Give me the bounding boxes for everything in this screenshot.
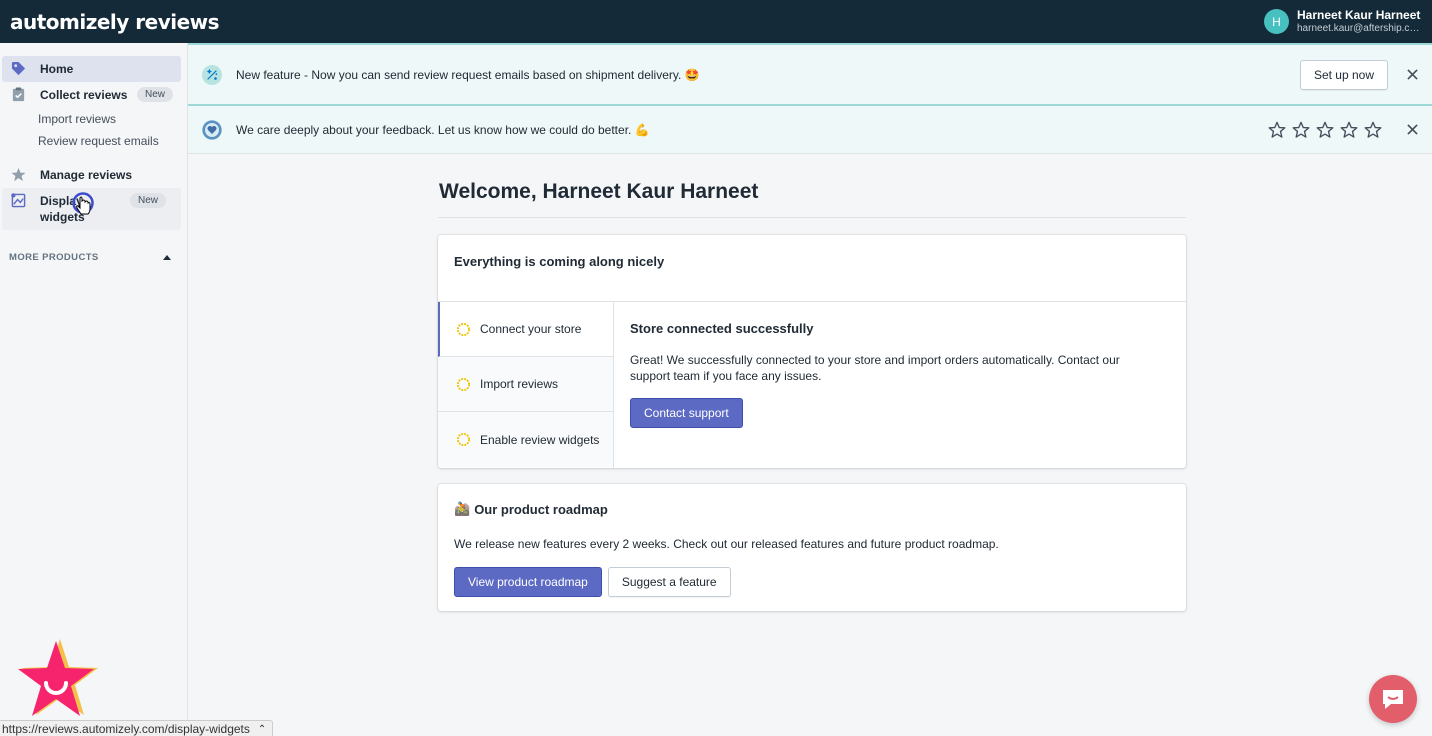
top-bar: automizely reviews H Harneet Kaur Harnee… — [0, 0, 1432, 43]
setup-steps: Connect your store Import reviews Enable… — [438, 302, 614, 468]
page-title: Welcome, Harneet Kaur Harneet — [438, 154, 1186, 218]
heart-icon — [202, 119, 222, 140]
step-label: Import reviews — [480, 377, 559, 391]
roadmap-title: Our product roadmap — [474, 501, 608, 517]
sidebar-item-display-widgets[interactable]: Display widgets New — [2, 188, 181, 230]
clipboard-icon — [11, 87, 26, 102]
mascot-star-icon[interactable] — [14, 637, 100, 723]
widget-icon — [11, 193, 26, 208]
step-connect-store[interactable]: Connect your store — [438, 302, 613, 357]
sidebar-item-import-reviews[interactable]: Import reviews — [0, 108, 187, 130]
sidebar-item-review-request-emails[interactable]: Review request emails — [0, 130, 187, 152]
roadmap-description: We release new features every 2 weeks. C… — [454, 537, 999, 551]
user-menu[interactable]: H Harneet Kaur Harneet harneet.kaur@afte… — [1264, 9, 1422, 34]
sidebar-item-manage-reviews[interactable]: Manage reviews — [2, 162, 181, 188]
sidebar-item-label: Display widgets — [40, 194, 85, 224]
star-rating-5[interactable] — [1364, 121, 1382, 139]
status-bar-url: https://reviews.automizely.com/display-w… — [0, 720, 274, 736]
sidebar-item-label: Collect reviews — [40, 88, 128, 102]
step-label: Connect your store — [480, 322, 582, 336]
star-rating-2[interactable] — [1292, 121, 1310, 139]
close-icon[interactable] — [1404, 122, 1420, 138]
status-url-text: https://reviews.automizely.com/display-w… — [2, 722, 250, 736]
sidebar: Home Collect reviews New Import reviews … — [0, 43, 188, 736]
view-roadmap-button[interactable]: View product roadmap — [454, 567, 602, 597]
sidebar-item-collect-reviews[interactable]: Collect reviews New — [2, 82, 181, 108]
new-badge: New — [130, 193, 167, 208]
step-import-reviews[interactable]: Import reviews — [438, 357, 613, 412]
setup-card-title: Everything is coming along nicely — [438, 235, 1186, 302]
new-badge: New — [136, 87, 173, 102]
close-icon[interactable] — [1404, 67, 1420, 83]
roadmap-card: 🚵 Our product roadmap We release new fea… — [438, 484, 1186, 611]
sidebar-item-label: Home — [40, 62, 74, 76]
contact-support-button[interactable]: Contact support — [630, 398, 743, 428]
new-feature-banner: New feature - Now you can send review re… — [188, 43, 1432, 104]
chat-icon — [1383, 690, 1403, 709]
step-detail: Store connected successfully Great! We s… — [614, 302, 1186, 468]
set-up-now-button[interactable]: Set up now — [1299, 59, 1388, 90]
banner-text: New feature - Now you can send review re… — [236, 67, 700, 82]
banner-text: We care deeply about your feedback. Let … — [236, 122, 650, 137]
star-rating-3[interactable] — [1316, 121, 1334, 139]
setup-card: Everything is coming along nicely Connec… — [438, 235, 1186, 468]
star-icon — [11, 167, 26, 182]
cyclist-emoji-icon: 🚵 — [454, 501, 471, 516]
star-rating-4[interactable] — [1340, 121, 1358, 139]
progress-circle-icon — [456, 322, 471, 336]
main-content: Welcome, Harneet Kaur Harneet Everything… — [438, 154, 1186, 611]
progress-circle-icon — [456, 377, 471, 391]
step-enable-widgets[interactable]: Enable review widgets — [438, 412, 613, 467]
more-products-label: MORE PRODUCTS — [9, 252, 99, 263]
step-label: Enable review widgets — [480, 432, 600, 447]
sidebar-item-label: Manage reviews — [40, 168, 133, 182]
progress-circle-icon — [456, 432, 471, 447]
step-detail-title: Store connected successfully — [630, 321, 814, 336]
app-logo[interactable]: automizely reviews — [10, 10, 220, 34]
feedback-banner: We care deeply about your feedback. Let … — [188, 104, 1432, 154]
chevron-up-icon: ⌃ — [257, 723, 267, 735]
more-products-toggle[interactable]: MORE PRODUCTS — [0, 252, 187, 263]
suggest-feature-button[interactable]: Suggest a feature — [607, 567, 731, 597]
avatar[interactable]: H — [1264, 9, 1289, 34]
step-detail-description: Great! We successfully connected to your… — [630, 353, 1120, 383]
caret-up-icon — [163, 252, 171, 263]
user-name: Harneet Kaur Harneet — [1297, 8, 1421, 23]
tag-icon — [11, 61, 26, 76]
chat-button[interactable] — [1369, 675, 1417, 723]
sidebar-item-home[interactable]: Home — [2, 56, 181, 82]
star-rating-1[interactable] — [1268, 121, 1286, 139]
rating-stars — [1268, 121, 1382, 139]
user-email: harneet.kaur@aftership.com — [1297, 22, 1422, 34]
sparkle-icon — [202, 64, 222, 85]
